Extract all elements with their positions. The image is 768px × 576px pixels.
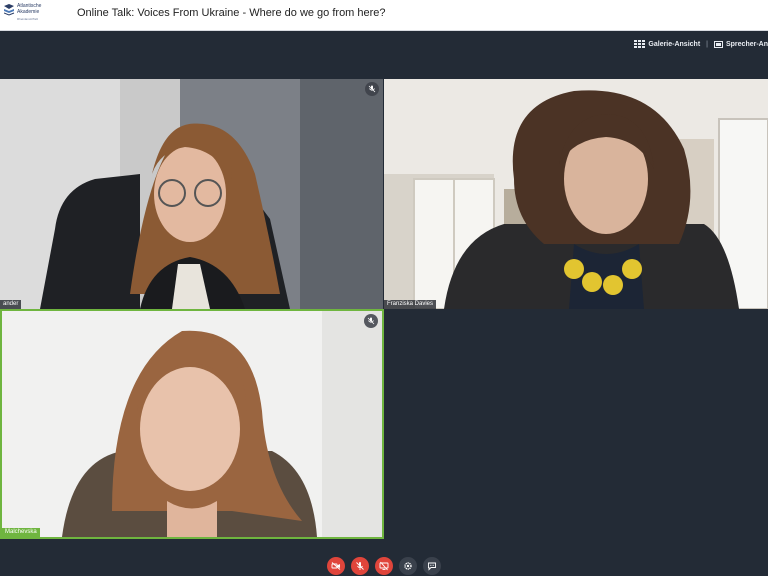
microphone-muted-icon [356,562,364,570]
camera-icon [331,562,341,570]
video-tile-participant-3-active[interactable]: Malchevska [0,309,384,539]
view-switcher: Galerie-Ansicht | Sprecher-An [634,38,768,50]
logo-text-line2: Akademie [17,9,40,15]
video-tile-participant-2[interactable]: Franziska Davies [384,79,768,309]
settings-button[interactable] [399,557,417,575]
participant-1-video [0,79,383,309]
logo-mark-icon [4,4,15,16]
view-separator: | [706,40,708,48]
logo-text-line3: Rheinland-Pfalz [17,17,39,21]
participant-2-video [384,79,768,309]
microphone-toggle-button[interactable] [351,557,369,575]
gallery-view-button[interactable]: Galerie-Ansicht [634,40,700,48]
screen-share-icon [379,561,389,571]
screen-share-button[interactable] [375,557,393,575]
organization-logo[interactable]: Atlantische Akademie Rheinland-Pfalz [4,3,44,25]
speaker-view-button[interactable]: Sprecher-An [713,40,768,48]
meeting-title: Online Talk: Voices From Ukraine - Where… [77,7,386,19]
grid-icon [634,40,646,48]
participant-3-video [2,311,382,537]
participant-name-label: Malchevska [2,528,40,537]
microphone-muted-icon [364,314,378,328]
camera-toggle-button[interactable] [327,557,345,575]
chat-icon [428,562,436,571]
gallery-view-label: Galerie-Ansicht [648,40,701,48]
meeting-controls [0,556,768,576]
gear-icon [404,562,412,570]
video-tile-participant-1[interactable]: ander [0,79,383,309]
microphone-muted-icon [365,82,379,96]
participant-name-label: ander [0,300,22,309]
top-bar: Atlantische Akademie Rheinland-Pfalz Onl… [0,0,768,31]
participant-name-label: Franziska Davies [384,300,437,309]
speaker-view-icon [713,40,723,48]
speaker-view-label: Sprecher-An [725,40,768,48]
chat-button[interactable] [423,557,441,575]
